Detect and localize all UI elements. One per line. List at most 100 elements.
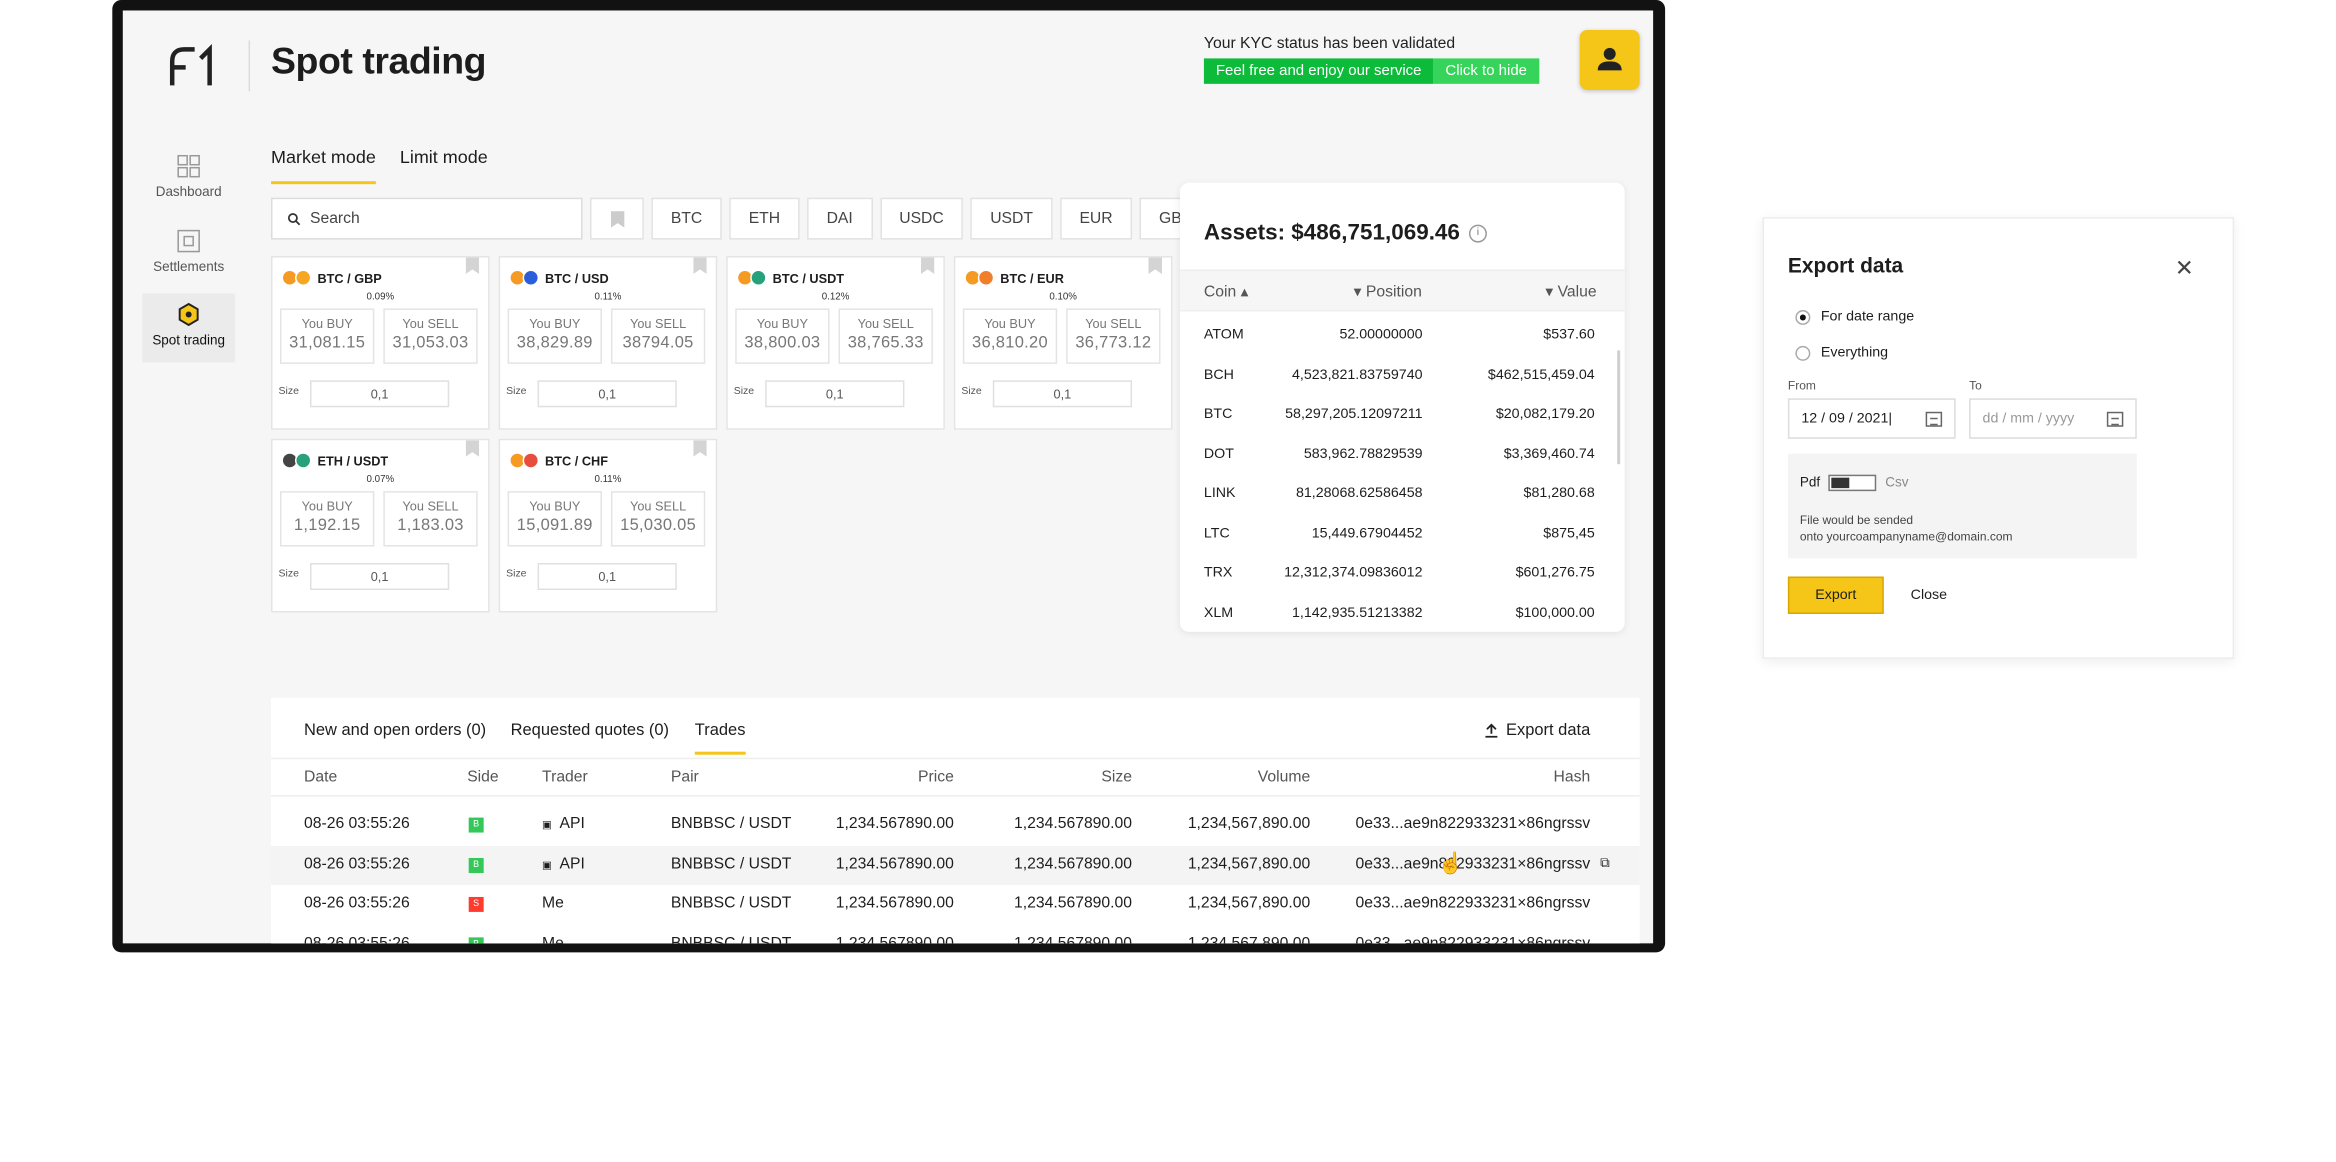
kyc-message: Feel free and enjoy our service: [1203, 58, 1434, 84]
bookmark-filter-button[interactable]: [589, 197, 644, 240]
bookmark-icon[interactable]: [693, 440, 707, 457]
hexagon-icon: [178, 302, 199, 327]
sell-button[interactable]: You SELL 36,773.12: [1066, 308, 1161, 364]
user-avatar-button[interactable]: [1579, 29, 1640, 90]
size-input[interactable]: 0,1: [537, 380, 677, 408]
export-data-button[interactable]: Export data: [1484, 722, 1590, 740]
close-button[interactable]: Close: [1911, 587, 1947, 603]
bookmark-icon[interactable]: [1148, 257, 1162, 275]
tab-limit-mode[interactable]: Limit mode: [400, 147, 488, 184]
size-label: Size: [278, 569, 299, 580]
pair-card[interactable]: BTC / USDT 0.12% You BUY 38,800.03 You SE…: [726, 256, 945, 430]
settlements-icon: [177, 229, 200, 253]
buy-button[interactable]: You BUY 31,081.15: [280, 308, 375, 364]
kyc-banner: Your KYC status has been validated Feel …: [1203, 34, 1557, 84]
sidebar-item-dashboard[interactable]: Dashboard: [142, 148, 235, 217]
size-input[interactable]: 0,1: [309, 563, 450, 590]
buy-button[interactable]: You BUY 36,810.20: [962, 308, 1058, 364]
file-note: File would be sended onto yourcoampanynam…: [1799, 513, 2013, 544]
pdf-label: Pdf: [1799, 474, 1821, 490]
assets-header: Coin ▴ ▾ Position ▾ Value: [1179, 269, 1625, 312]
pair-label: BTC / USDT: [772, 270, 845, 286]
pair-label: BTC / USD: [545, 270, 609, 286]
pair-card[interactable]: ETH / USDT 0.07% You BUY 1,192.15 You SEL…: [271, 438, 490, 613]
size-input[interactable]: 0,1: [537, 563, 677, 590]
tab-market-mode[interactable]: Market mode: [271, 147, 376, 185]
kyc-title: Your KYC status has been validated: [1203, 34, 1456, 53]
spread-label: 0.11%: [594, 474, 622, 486]
bookmark-icon[interactable]: [465, 440, 480, 457]
scrollbar[interactable]: [1617, 350, 1621, 465]
from-date-field[interactable]: 12 / 09 / 2021 |: [1787, 398, 1956, 439]
bookmark-icon[interactable]: [920, 257, 935, 275]
user-icon: [1597, 47, 1622, 71]
pair-card[interactable]: BTC / GBP 0.09% You BUY 31,081.15 You SEL…: [271, 256, 490, 430]
sort-value[interactable]: ▾ Value: [1545, 283, 1596, 301]
asset-row: DOT 583,962.78829539 $3,369,460.74: [1203, 445, 1595, 462]
csv-label: Csv: [1885, 474, 1909, 490]
size-input[interactable]: 0,1: [309, 380, 450, 408]
hand-cursor-icon: ☝: [1437, 850, 1464, 875]
bookmark-icon[interactable]: [693, 257, 707, 275]
info-icon[interactable]: i: [1468, 223, 1487, 242]
assets-panel: Assets: $486,751,069.46 i Coin ▴ ▾ Positi…: [1179, 182, 1625, 632]
sort-coin[interactable]: Coin ▴: [1204, 283, 1249, 301]
tab-trades[interactable]: Trades: [694, 722, 746, 755]
size-input[interactable]: 0,1: [992, 380, 1133, 408]
sell-button[interactable]: You SELL 38,765.33: [838, 308, 933, 364]
filter-usdt[interactable]: USDT: [970, 197, 1053, 240]
buy-button[interactable]: You BUY 15,091.89: [507, 491, 602, 547]
tab-requested-quotes[interactable]: Requested quotes (0): [511, 722, 669, 740]
calendar-icon[interactable]: [1925, 411, 1943, 427]
pair-label: BTC / GBP: [317, 270, 382, 286]
tab-open-orders[interactable]: New and open orders (0): [304, 722, 486, 740]
bookmark-icon[interactable]: [465, 257, 480, 275]
sell-button[interactable]: You SELL 38794.05: [610, 308, 706, 364]
sell-button[interactable]: You SELL 15,030.05: [610, 491, 706, 547]
side-badge: B: [468, 936, 484, 944]
coin-icon: [522, 452, 540, 469]
filter-eth[interactable]: ETH: [729, 197, 800, 240]
close-icon[interactable]: ✕: [2175, 255, 2194, 281]
format-toggle[interactable]: [1828, 474, 1877, 492]
sell-button[interactable]: You SELL 1,183.03: [383, 491, 478, 547]
buy-button[interactable]: You BUY 38,800.03: [735, 308, 830, 364]
pair-card[interactable]: BTC / USD 0.11% You BUY 38,829.89 You SEL…: [498, 256, 718, 430]
radio-everything[interactable]: Everything: [1795, 344, 1888, 361]
sell-button[interactable]: You SELL 31,053.03: [383, 308, 478, 364]
coin-icon: [977, 269, 995, 287]
spread-label: 0.07%: [366, 474, 395, 486]
kyc-hide-button[interactable]: Click to hide: [1433, 58, 1539, 84]
filter-dai[interactable]: DAI: [807, 197, 873, 240]
sidebar-item-spot-trading[interactable]: Spot trading: [142, 293, 236, 363]
search-placeholder: Search: [309, 209, 360, 228]
calendar-icon[interactable]: [2106, 411, 2124, 427]
filter-btc[interactable]: BTC: [651, 197, 722, 240]
search-input[interactable]: Search: [271, 197, 583, 240]
pair-card[interactable]: BTC / EUR 0.10% You BUY 36,810.20 You SEL…: [953, 256, 1173, 430]
buy-button[interactable]: You BUY 1,192.15: [280, 491, 375, 547]
table-row[interactable]: 08-26 03:55:26 B ▣ API BNBBSC / USDT 1,23…: [271, 806, 1640, 845]
radio-date-range[interactable]: For date range: [1795, 308, 1914, 325]
size-input[interactable]: 0,1: [765, 380, 905, 408]
buy-button[interactable]: You BUY 38,829.89: [507, 308, 602, 364]
sidebar-item-settlements[interactable]: Settlements: [142, 223, 235, 292]
spread-label: 0.12%: [821, 291, 850, 303]
filter-eur[interactable]: EUR: [1059, 197, 1133, 240]
spread-label: 0.10%: [1049, 291, 1077, 303]
asset-row: ATOM 52.00000000 $537.60: [1203, 326, 1595, 343]
copy-icon[interactable]: ⧉: [1600, 854, 1610, 870]
to-date-field[interactable]: dd / mm / yyyy: [1969, 398, 2137, 439]
export-button[interactable]: Export: [1787, 576, 1884, 614]
size-label: Size: [733, 386, 755, 397]
side-badge: S: [468, 896, 484, 912]
pair-card[interactable]: BTC / CHF 0.11% You BUY 15,091.89 You SEL…: [498, 438, 718, 613]
coin-icon: [750, 269, 767, 287]
bookmark-icon: [610, 210, 624, 227]
filter-usdc[interactable]: USDC: [879, 197, 964, 240]
table-row[interactable]: 08-26 03:55:26 S Me BNBBSC / USDT 1,234.…: [271, 885, 1640, 924]
sort-position[interactable]: ▾ Position: [1354, 283, 1422, 301]
orders-panel: New and open orders (0) Requested quotes…: [271, 697, 1640, 944]
table-row[interactable]: 08-26 03:55:26 B ▣ API BNBBSC / USDT 1,23…: [271, 845, 1640, 885]
table-row[interactable]: 08-26 03:55:26 B Me BNBBSC / USDT 1,234.…: [271, 925, 1640, 944]
